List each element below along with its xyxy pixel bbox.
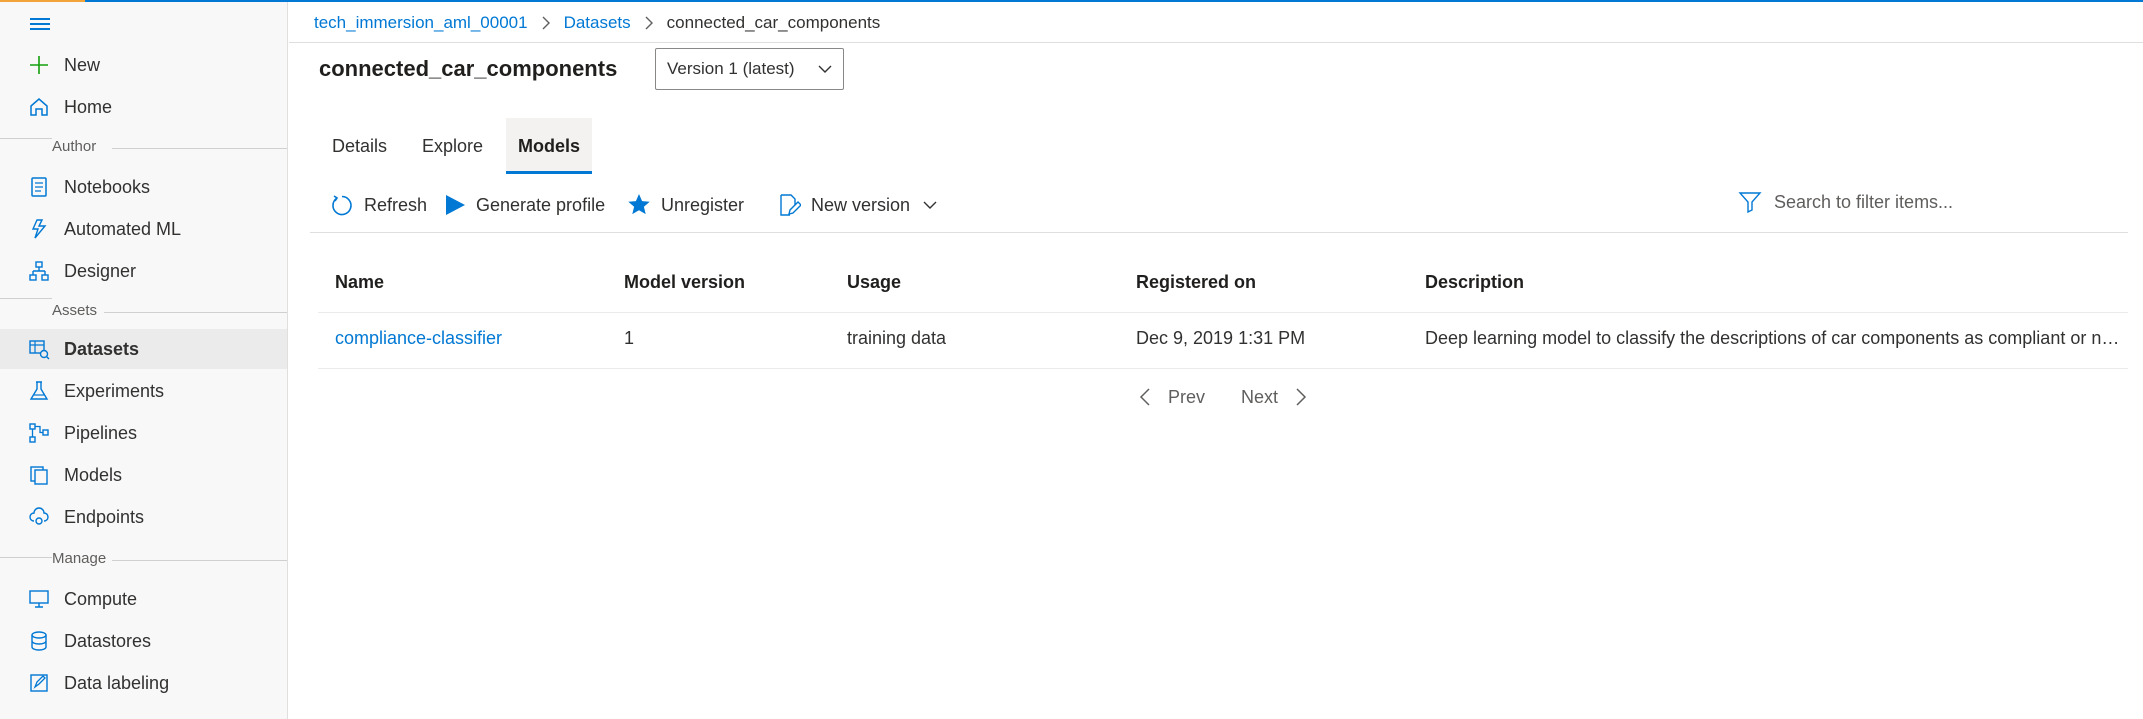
datastore-icon — [31, 631, 47, 651]
tab-models[interactable]: Models — [506, 118, 593, 174]
model-name-link[interactable]: compliance-classifier — [335, 328, 502, 349]
chevron-right-icon — [645, 16, 653, 30]
column-header-name[interactable]: Name — [335, 272, 384, 293]
sidebar-item-models[interactable]: Models — [0, 455, 287, 495]
tab-details[interactable]: Details — [320, 118, 399, 174]
page-title: connected_car_components — [319, 56, 618, 81]
registered-on-cell: Dec 9, 2019 1:31 PM — [1136, 328, 1306, 348]
search-box[interactable] — [1738, 186, 2128, 218]
edit-document-icon — [780, 194, 801, 216]
sidebar-item-label: Designer — [64, 260, 137, 281]
sidebar-item-endpoints[interactable]: Endpoints — [0, 497, 287, 537]
sidebar-item-automated-ml[interactable]: Automated ML — [0, 209, 287, 249]
home-icon — [30, 98, 48, 116]
sidebar-item-label: Models — [64, 464, 123, 485]
chevron-left-icon — [1139, 388, 1150, 406]
designer-icon — [29, 261, 49, 281]
sidebar-item-datasets[interactable]: Datasets — [0, 329, 287, 369]
sidebar-item-label: Compute — [64, 588, 138, 609]
sidebar-item-notebooks[interactable]: Notebooks — [0, 167, 287, 207]
chevron-down-icon — [818, 65, 832, 73]
sidebar-item-label: Datasets — [64, 338, 140, 359]
prev-page-button[interactable]: Prev — [1138, 383, 1205, 411]
breadcrumb: tech_immersion_aml_00001 Datasets connec… — [314, 11, 880, 35]
description-cell: Deep learning model to classify the desc… — [1425, 328, 2120, 348]
automated-ml-icon — [31, 219, 47, 239]
sidebar-item-label: Home — [64, 96, 113, 117]
sidebar-item-data-labeling[interactable]: Data labeling — [0, 663, 287, 703]
sidebar-item-label: Automated ML — [64, 218, 182, 239]
column-header-model-version[interactable]: Model version — [624, 272, 745, 293]
sidebar-item-label: Datastores — [64, 630, 152, 651]
sidebar-item-label: Pipelines — [64, 422, 138, 443]
section-label-manage: Manage — [52, 550, 107, 567]
filter-icon — [1738, 192, 1762, 214]
unregister-button[interactable]: Unregister — [627, 190, 744, 220]
left-navigation: New Home Author Notebooks Automated ML D… — [0, 2, 288, 719]
breadcrumb-datasets-link[interactable]: Datasets — [564, 13, 631, 33]
sidebar-item-pipelines[interactable]: Pipelines — [0, 413, 287, 453]
usage-cell: training data — [847, 328, 947, 348]
sidebar-item-label: Endpoints — [64, 506, 145, 527]
star-icon — [628, 194, 650, 215]
sidebar-item-label: New — [64, 54, 101, 75]
version-dropdown[interactable]: Version 1 (latest) — [655, 48, 844, 90]
sidebar-item-experiments[interactable]: Experiments — [0, 371, 287, 411]
models-icon — [30, 466, 48, 485]
data-labeling-icon — [30, 674, 48, 692]
section-label-assets: Assets — [52, 302, 98, 319]
model-version-cell: 1 — [624, 328, 635, 348]
chevron-right-icon — [1296, 388, 1307, 406]
column-header-registered-on[interactable]: Registered on — [1136, 272, 1256, 293]
top-accent-bar — [0, 0, 2143, 2]
plus-icon — [30, 56, 48, 74]
breadcrumb-workspace-link[interactable]: tech_immersion_aml_00001 — [314, 13, 528, 33]
chevron-down-icon — [923, 201, 937, 209]
column-header-description[interactable]: Description — [1425, 272, 1524, 293]
flask-icon — [29, 381, 49, 400]
compute-icon — [29, 590, 49, 608]
section-label-author: Author — [52, 138, 97, 155]
column-header-usage[interactable]: Usage — [847, 272, 901, 293]
breadcrumb-current: connected_car_components — [666, 13, 881, 32]
search-input[interactable] — [1774, 191, 2104, 213]
sidebar-item-new[interactable]: New — [0, 45, 287, 85]
pipeline-icon — [29, 423, 49, 443]
refresh-button[interactable]: Refresh — [330, 190, 427, 220]
hamburger-menu-icon[interactable] — [28, 14, 56, 34]
sidebar-item-label: Notebooks — [64, 176, 151, 197]
generate-profile-button[interactable]: Generate profile — [444, 190, 605, 220]
notebook-icon — [31, 177, 47, 197]
sidebar-item-datastores[interactable]: Datastores — [0, 621, 287, 661]
chevron-right-icon — [542, 16, 550, 30]
next-page-button[interactable]: Next — [1241, 383, 1308, 411]
sidebar-item-home[interactable]: Home — [0, 87, 287, 127]
datasets-icon — [29, 340, 50, 360]
sidebar-item-compute[interactable]: Compute — [0, 579, 287, 619]
sidebar-item-designer[interactable]: Designer — [0, 251, 287, 291]
sidebar-item-label: Data labeling — [64, 672, 170, 693]
endpoints-icon — [29, 507, 49, 525]
version-dropdown-value: Version 1 (latest) — [667, 59, 795, 78]
sidebar-item-label: Experiments — [64, 380, 165, 401]
tab-explore[interactable]: Explore — [410, 118, 495, 174]
play-icon — [446, 195, 465, 215]
refresh-icon — [332, 195, 352, 216]
new-version-button[interactable]: New version — [777, 190, 938, 220]
